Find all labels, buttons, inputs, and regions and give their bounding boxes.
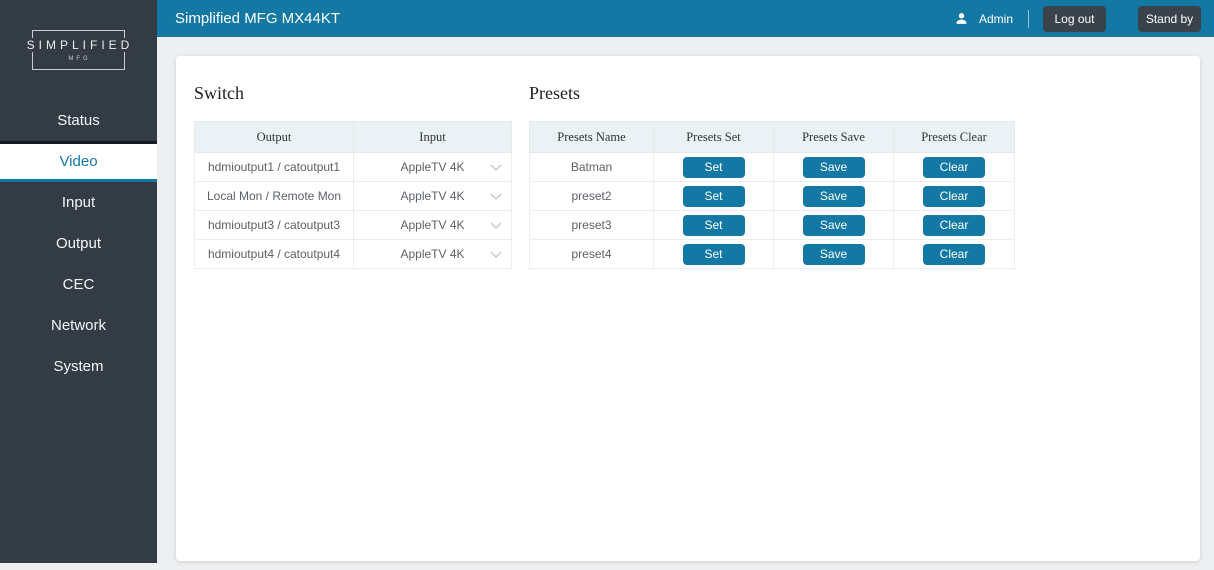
switch-header-row: Output Input bbox=[194, 121, 512, 153]
chevron-down-icon bbox=[490, 251, 502, 258]
save-button-2[interactable]: Save bbox=[802, 185, 865, 207]
input-select-3[interactable]: AppleTV 4K bbox=[353, 210, 512, 240]
topbar-actions: Admin Log out Stand by bbox=[955, 5, 1214, 32]
sidebar-item-output[interactable]: Output bbox=[0, 223, 157, 264]
set-button-4[interactable]: Set bbox=[682, 243, 745, 265]
column-header-presets-name: Presets Name bbox=[529, 121, 654, 153]
sidebar-item-input[interactable]: Input bbox=[0, 182, 157, 223]
screen: SIMPLIFIED MFG Status Video Input Output… bbox=[0, 0, 1214, 570]
preset-name: preset2 bbox=[529, 181, 654, 211]
sidebar-item-network[interactable]: Network bbox=[0, 305, 157, 346]
sidebar-item-cec[interactable]: CEC bbox=[0, 264, 157, 305]
column-header-presets-clear: Presets Clear bbox=[893, 121, 1015, 153]
switch-table: Output Input hdmioutput1 / catoutput1 Ap… bbox=[194, 121, 512, 269]
table-row: hdmioutput3 / catoutput3 AppleTV 4K bbox=[194, 210, 512, 240]
presets-table: Presets Name Presets Set Presets Save Pr… bbox=[529, 121, 1015, 269]
brand-logo: SIMPLIFIED MFG bbox=[22, 30, 135, 70]
preset-name: preset3 bbox=[529, 210, 654, 240]
chevron-down-icon bbox=[490, 164, 502, 171]
input-select-value: AppleTV 4K bbox=[400, 160, 465, 174]
table-row: preset2 Set Save Clear bbox=[529, 181, 1015, 211]
chevron-down-icon bbox=[490, 193, 502, 200]
output-label: hdmioutput4 / catoutput4 bbox=[194, 239, 354, 269]
standby-button[interactable]: Stand by bbox=[1138, 5, 1201, 32]
sidebar-item-status[interactable]: Status bbox=[0, 100, 157, 141]
user-icon bbox=[955, 12, 968, 25]
input-select-value: AppleTV 4K bbox=[400, 189, 465, 203]
clear-button-1[interactable]: Clear bbox=[923, 156, 985, 178]
set-button-2[interactable]: Set bbox=[682, 185, 745, 207]
column-header-output: Output bbox=[194, 121, 354, 153]
set-button-1[interactable]: Set bbox=[682, 156, 745, 178]
output-label: Local Mon / Remote Mon bbox=[194, 181, 354, 211]
presets-title: Presets bbox=[529, 83, 580, 103]
presets-header-row: Presets Name Presets Set Presets Save Pr… bbox=[529, 121, 1015, 153]
topbar: Simplified MFG MX44KT Admin Log out Stan… bbox=[157, 0, 1214, 37]
input-select-value: AppleTV 4K bbox=[400, 247, 465, 261]
clear-button-3[interactable]: Clear bbox=[923, 214, 985, 236]
sidebar: SIMPLIFIED MFG Status Video Input Output… bbox=[0, 0, 157, 563]
main-panel: Switch Output Input hdmioutput1 / catout… bbox=[176, 56, 1200, 561]
switch-title: Switch bbox=[194, 83, 245, 103]
logo-text: SIMPLIFIED bbox=[22, 38, 135, 52]
table-row: Batman Set Save Clear bbox=[529, 152, 1015, 182]
sidebar-item-system[interactable]: System bbox=[0, 346, 157, 387]
output-label: hdmioutput3 / catoutput3 bbox=[194, 210, 354, 240]
preset-name: preset4 bbox=[529, 239, 654, 269]
table-row: hdmioutput4 / catoutput4 AppleTV 4K bbox=[194, 239, 512, 269]
table-row: Local Mon / Remote Mon AppleTV 4K bbox=[194, 181, 512, 211]
sidebar-menu: Status Video Input Output CEC Network Sy… bbox=[0, 100, 157, 387]
clear-button-4[interactable]: Clear bbox=[923, 243, 985, 265]
preset-name: Batman bbox=[529, 152, 654, 182]
table-row: hdmioutput1 / catoutput1 AppleTV 4K bbox=[194, 152, 512, 182]
output-label: hdmioutput1 / catoutput1 bbox=[194, 152, 354, 182]
input-select-1[interactable]: AppleTV 4K bbox=[353, 152, 512, 182]
clear-button-2[interactable]: Clear bbox=[923, 185, 985, 207]
switch-section: Switch Output Input hdmioutput1 / catout… bbox=[194, 83, 512, 269]
input-select-value: AppleTV 4K bbox=[400, 218, 465, 232]
app-title: Simplified MFG MX44KT bbox=[175, 10, 341, 27]
logged-in-user: Admin bbox=[978, 11, 1013, 26]
column-header-presets-set: Presets Set bbox=[653, 121, 774, 153]
input-select-2[interactable]: AppleTV 4K bbox=[353, 181, 512, 211]
table-row: preset4 Set Save Clear bbox=[529, 239, 1015, 269]
sidebar-item-video[interactable]: Video bbox=[0, 141, 157, 182]
set-button-3[interactable]: Set bbox=[682, 214, 745, 236]
save-button-4[interactable]: Save bbox=[802, 243, 865, 265]
chevron-down-icon bbox=[490, 222, 502, 229]
presets-section: Presets Presets Name Presets Set Presets… bbox=[529, 83, 1015, 269]
input-select-4[interactable]: AppleTV 4K bbox=[353, 239, 512, 269]
column-header-input: Input bbox=[353, 121, 512, 153]
save-button-1[interactable]: Save bbox=[802, 156, 865, 178]
table-row: preset3 Set Save Clear bbox=[529, 210, 1015, 240]
topbar-divider bbox=[1028, 9, 1029, 28]
logo-subtext: MFG bbox=[62, 56, 95, 63]
save-button-3[interactable]: Save bbox=[802, 214, 865, 236]
column-header-presets-save: Presets Save bbox=[773, 121, 894, 153]
logout-button[interactable]: Log out bbox=[1043, 5, 1106, 32]
